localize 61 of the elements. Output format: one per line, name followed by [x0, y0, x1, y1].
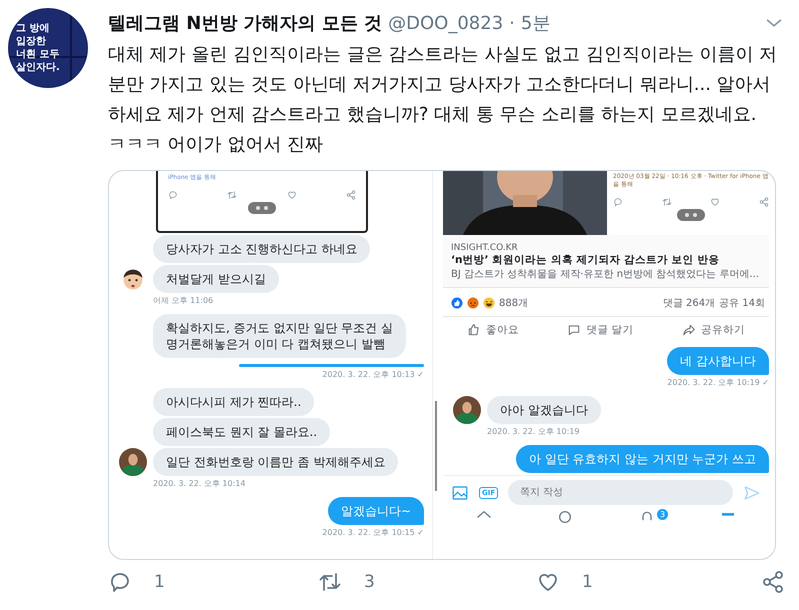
like-count: 1	[582, 572, 593, 592]
message-bubble: 페이스북도 뭔지 잘 몰라요..	[153, 418, 330, 446]
laughing-face-reaction-icon	[483, 297, 495, 309]
message-bubble: 확실하지도, 증거도 없지만 일단 무조건 실 명거론해놓은거 이미 다 캡쳐됐으니 발뺌	[153, 314, 406, 358]
profile-avatar[interactable]: 그 방에 입장한 너흰 모두 살인자다.	[8, 8, 88, 88]
retweet-icon	[662, 197, 672, 207]
message-time: 2020. 3. 22. 오후 10:13 ✓	[321, 369, 424, 380]
tweet-time[interactable]: 5분	[520, 11, 550, 35]
image-icon[interactable]	[451, 484, 469, 502]
share-icon	[346, 190, 356, 200]
link-description: BJ 감스트가 성착취물을 제작·유포한 n번방에 참석했었다는 루머에...	[451, 268, 760, 281]
share-action-button[interactable]: 공유하기	[682, 323, 745, 337]
message-bubble: 네 감사합니다	[667, 347, 769, 375]
heart-icon	[286, 190, 297, 200]
like-action-button[interactable]: 좋아요	[467, 323, 520, 337]
user-avatar	[119, 448, 147, 476]
message-input[interactable]: 쪽지 작성	[508, 480, 733, 505]
user-avatar	[453, 396, 481, 424]
reply-icon	[613, 197, 623, 207]
reply-icon	[168, 190, 178, 200]
tweet-text: 대체 제가 올린 김인직이라는 글은 감스트라는 사실도 없고 김인직이라는 이름이 저 분만 가지고 있는 것도 아닌데 저거가지고 당사자가 고소한다더니 뭐라니... 알아서 하세요 제가 언제 감스트라고 했습니까? 대체 통 무슨 소리를 하는지 모르겠네요. ㅋㅋㅋ 어이가 없어서 진짜	[108, 43, 778, 157]
message-bubble: 일단 전화번호랑 이름만 좀 박제해주세요	[153, 448, 398, 476]
message-time: 2020. 3. 22. 오후 10:19	[486, 426, 580, 437]
speech-bubble-icon	[567, 323, 582, 337]
reaction-count: 888개	[499, 297, 528, 310]
page-indicator	[677, 209, 705, 221]
author-name[interactable]: 텔레그램 N번방 가해자의 모든 것	[108, 11, 382, 35]
share-icon[interactable]	[761, 570, 785, 594]
message-time: 2020. 3. 22. 오후 10:14	[152, 478, 246, 489]
author-handle[interactable]: @DOO_0823	[388, 12, 504, 34]
link-preview[interactable]: INSIGHT.CO.KR ‘n번방’ 회원이라는 의혹 제기되자 감스트가 보인 반응 BJ 감스트가 성착취물을 제작·유포한 n번방에 참석했었다는 루머에...	[443, 235, 769, 288]
angry-face-reaction-icon	[467, 297, 479, 309]
comment-count: 댓글 264개	[662, 297, 716, 310]
reply-count: 1	[154, 572, 165, 592]
message-time: 2020. 3. 22. 오후 10:15 ✓	[321, 527, 424, 538]
share-icon	[758, 197, 769, 207]
heart-icon	[710, 197, 720, 207]
message-bubble: 알겠습니다~	[328, 497, 424, 525]
comment-action-button[interactable]: 댓글 달기	[567, 323, 634, 337]
notification-badge: 3	[657, 509, 668, 520]
message-bubble: 아 일단 유효하지 않는 거지만 누군가 쓰고	[516, 445, 769, 473]
share-arrow-icon	[682, 323, 696, 337]
reply-icon[interactable]	[108, 570, 132, 594]
message-time: 어제 오후 11:06	[152, 295, 214, 306]
link-domain: INSIGHT.CO.KR	[451, 243, 519, 253]
message-bubble: 당사자가 고소 진행하신다고 하네요	[153, 235, 370, 263]
retweet-count: 3	[364, 572, 375, 592]
attached-image[interactable]	[108, 170, 776, 560]
message-bubble: 아아 알겠습니다	[487, 396, 601, 424]
message-bubble: 처벌달게 받으시길	[153, 265, 279, 293]
link-title: ‘n번방’ 회원이라는 의혹 제기되자 감스트가 보인 반응	[451, 253, 720, 267]
message-bubble: 아시다시피 제가 찐따라..	[153, 388, 314, 416]
thumbs-up-reaction-icon	[451, 297, 463, 309]
share-count: 공유 14회	[719, 297, 765, 310]
avatar-text: 그 방에 입장한 너흰 모두 살인자다.	[16, 22, 60, 74]
retweet-icon	[227, 190, 238, 200]
retweet-icon[interactable]	[318, 570, 342, 594]
separator-dot: ·	[509, 12, 515, 34]
message-time: 2020. 3. 22. 오후 10:19 ✓	[666, 377, 769, 388]
thumbs-up-icon	[467, 323, 482, 337]
page-indicator	[248, 202, 276, 214]
